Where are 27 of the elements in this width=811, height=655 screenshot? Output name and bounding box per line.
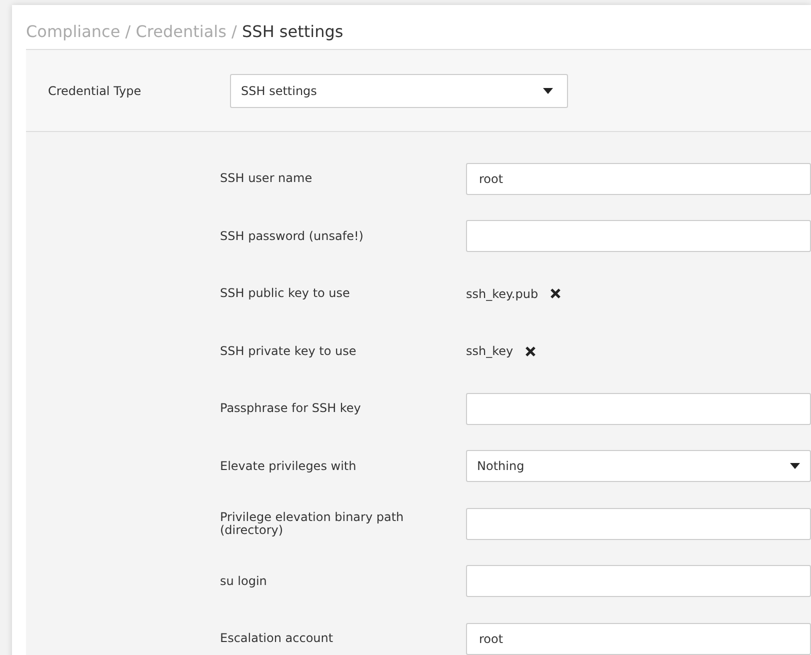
- field-label: SSH public key to use: [219, 287, 351, 300]
- field-label: Escalation account: [219, 632, 334, 646]
- credential-type-select[interactable]: SSH settings: [230, 74, 568, 108]
- field-label: Elevate privileges with: [219, 460, 358, 473]
- input-field[interactable]: [466, 392, 811, 425]
- field-label: su login: [219, 574, 268, 588]
- caret-icon: [790, 463, 800, 470]
- input-field[interactable]: root: [466, 162, 811, 195]
- input-field[interactable]: [466, 220, 811, 252]
- input-field[interactable]: [466, 508, 811, 540]
- field-label: SSH user name: [219, 172, 314, 186]
- input-field[interactable]: root: [466, 622, 811, 655]
- remove-icon[interactable]: [550, 288, 562, 300]
- caret-icon: [543, 88, 553, 94]
- field-label: Passphrase for SSH key: [219, 402, 362, 416]
- breadcrumb-separator: /: [124, 22, 132, 41]
- field-label: SSH password (unsafe!): [219, 230, 364, 243]
- dropdown-select[interactable]: Nothing: [466, 450, 811, 482]
- remove-icon[interactable]: [525, 346, 536, 357]
- breadcrumb-current: SSH settings: [242, 22, 344, 41]
- field-label: Credential Type: [47, 82, 142, 100]
- file-name: ssh_key.pub: [466, 286, 538, 303]
- input-field[interactable]: [466, 565, 811, 598]
- field-label: SSH private key to use: [219, 344, 358, 358]
- field-label: Privilege elevation binary path (directory): [219, 511, 405, 536]
- breadcrumb-separator: /: [230, 22, 238, 41]
- file-name: ssh_key: [466, 343, 514, 360]
